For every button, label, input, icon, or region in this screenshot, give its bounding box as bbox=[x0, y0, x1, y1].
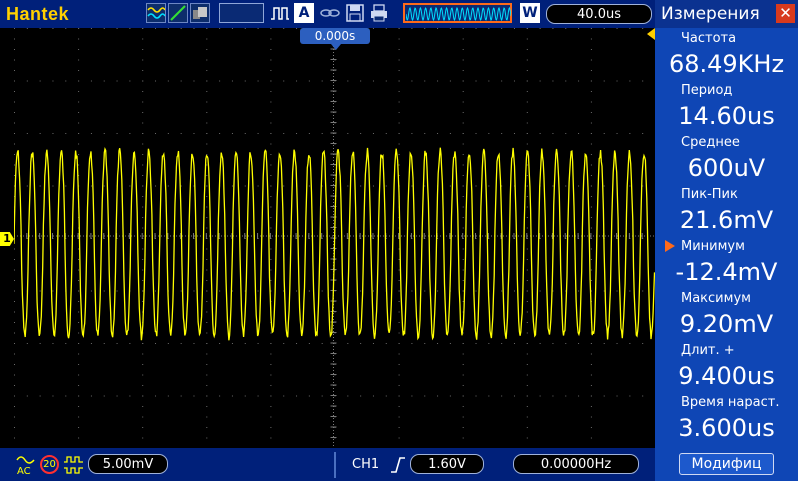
measurement-label[interactable]: Максимум bbox=[681, 289, 796, 309]
brand-logo: Hantek bbox=[6, 4, 70, 24]
measurement-value: 9.20mV bbox=[679, 310, 774, 338]
status-field bbox=[219, 3, 264, 23]
timebase-readout[interactable]: 40.0us bbox=[546, 4, 652, 24]
ch1-ground-marker[interactable]: 1 bbox=[0, 232, 14, 246]
measurement-value: 14.60us bbox=[678, 102, 775, 130]
persist-display-icon[interactable] bbox=[190, 3, 210, 23]
zoom-window-button[interactable]: W bbox=[520, 3, 540, 23]
link-icon[interactable] bbox=[320, 3, 340, 23]
waveform-display-icon[interactable] bbox=[146, 3, 166, 23]
auto-mode-button[interactable]: A bbox=[294, 3, 314, 23]
trigger-source[interactable]: CH1 bbox=[352, 457, 379, 472]
measurement-label[interactable]: Минимум bbox=[681, 237, 796, 257]
measurements-panel: Измерения ✕ Частота 68.49KHz Период 14.60us… bbox=[655, 0, 798, 481]
selected-arrow-icon bbox=[665, 240, 675, 252]
top-toolbar: Hantek A W 40.0us bbox=[0, 0, 655, 28]
svg-text:AC: AC bbox=[17, 466, 31, 476]
invert-icon[interactable] bbox=[63, 456, 85, 474]
ch1-volts-div[interactable]: 5.00mV bbox=[88, 454, 168, 474]
pulse-trigger-icon[interactable] bbox=[270, 3, 290, 23]
measurement-value: 9.400us bbox=[678, 362, 775, 390]
bottom-status-bar: AC 20 5.00mV CH1 1.60V 0.00000Hz bbox=[0, 448, 655, 481]
measurement-value: 3.600us bbox=[678, 414, 775, 442]
measurement-value: -12.4mV bbox=[675, 258, 778, 286]
timebase-overview[interactable] bbox=[403, 3, 512, 23]
waveform-display[interactable] bbox=[14, 28, 655, 448]
modify-button[interactable]: Модифиц bbox=[679, 453, 774, 475]
measurement-value: 600uV bbox=[687, 154, 766, 182]
measurement-value: 68.49KHz bbox=[668, 50, 785, 78]
ac-coupling-icon[interactable]: AC bbox=[16, 454, 36, 477]
measurement-label[interactable]: Среднее bbox=[681, 133, 796, 153]
panel-title: Измерения bbox=[661, 4, 760, 24]
bandwidth-limit-badge[interactable]: 20 bbox=[40, 455, 59, 474]
rising-edge-icon[interactable] bbox=[390, 456, 406, 474]
trigger-position-marker[interactable]: 0.000s bbox=[300, 28, 370, 44]
measurement-value: 21.6mV bbox=[679, 206, 774, 234]
line-display-icon[interactable] bbox=[168, 3, 188, 23]
close-icon[interactable]: ✕ bbox=[776, 4, 795, 23]
print-icon[interactable] bbox=[369, 3, 389, 23]
measurement-label[interactable]: Период bbox=[681, 81, 796, 101]
measurement-label[interactable]: Время нараст. bbox=[681, 393, 796, 413]
trigger-level-marker[interactable] bbox=[647, 28, 655, 40]
trigger-frequency: 0.00000Hz bbox=[513, 454, 639, 474]
measurement-label[interactable]: Пик-Пик bbox=[681, 185, 796, 205]
bottom-divider bbox=[334, 452, 336, 478]
measurement-label[interactable]: Частота bbox=[681, 29, 796, 49]
measurement-label[interactable]: Длит. + bbox=[681, 341, 796, 361]
trigger-position-arrow bbox=[331, 44, 341, 50]
save-icon[interactable] bbox=[345, 3, 365, 23]
trigger-level[interactable]: 1.60V bbox=[410, 454, 484, 474]
panel-header: Измерения ✕ bbox=[655, 0, 798, 28]
